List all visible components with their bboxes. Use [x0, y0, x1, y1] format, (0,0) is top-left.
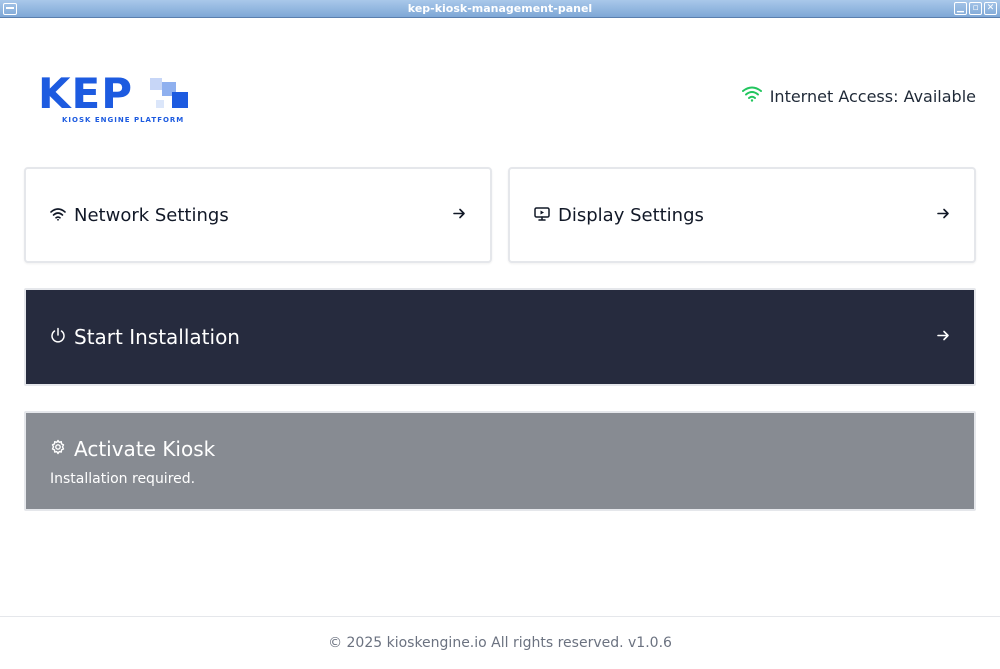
activate-kiosk-subtitle: Installation required. — [50, 471, 196, 487]
minimize-button[interactable]: ▁ — [954, 2, 967, 15]
display-settings-button[interactable]: Display Settings — [508, 167, 976, 263]
footer: © 2025 kioskengine.io All rights reserve… — [0, 616, 1000, 669]
start-installation-button[interactable]: Start Installation — [24, 288, 976, 386]
wifi-icon — [741, 86, 762, 106]
start-installation-label: Start Installation — [74, 325, 240, 349]
network-settings-button[interactable]: Network Settings — [24, 167, 492, 263]
power-icon — [50, 327, 66, 347]
window-menu-button[interactable] — [3, 3, 17, 15]
monitor-play-icon — [534, 206, 550, 225]
wifi-icon — [50, 206, 66, 225]
maximize-button[interactable]: ▫ — [969, 2, 982, 15]
footer-text: © 2025 kioskengine.io All rights reserve… — [328, 635, 672, 651]
close-button[interactable]: ✕ — [984, 2, 997, 15]
arrow-right-icon — [936, 328, 950, 347]
gear-icon — [50, 439, 66, 459]
window-titlebar: kep-kiosk-management-panel ▁ ▫ ✕ — [0, 0, 1000, 18]
arrow-right-icon — [452, 206, 466, 225]
display-settings-label: Display Settings — [558, 204, 704, 226]
arrow-right-icon — [936, 206, 950, 225]
window-controls: ▁ ▫ ✕ — [954, 2, 997, 15]
activate-kiosk-label: Activate Kiosk — [74, 437, 216, 461]
window-title: kep-kiosk-management-panel — [407, 2, 593, 15]
logo-subtitle: KIOSK ENGINE PLATFORM — [62, 116, 185, 124]
internet-status-text: Internet Access: Available — [769, 86, 976, 106]
kep-logo: KEP KIOSK ENGINE PLATFORM — [38, 70, 218, 130]
network-settings-label: Network Settings — [74, 204, 229, 226]
activate-kiosk-row: Activate Kiosk — [50, 437, 215, 461]
logo-text: KEP — [38, 69, 134, 118]
internet-status: Internet Access: Available — [741, 86, 976, 106]
activate-kiosk-button: Activate Kiosk Installation required. — [24, 411, 976, 511]
